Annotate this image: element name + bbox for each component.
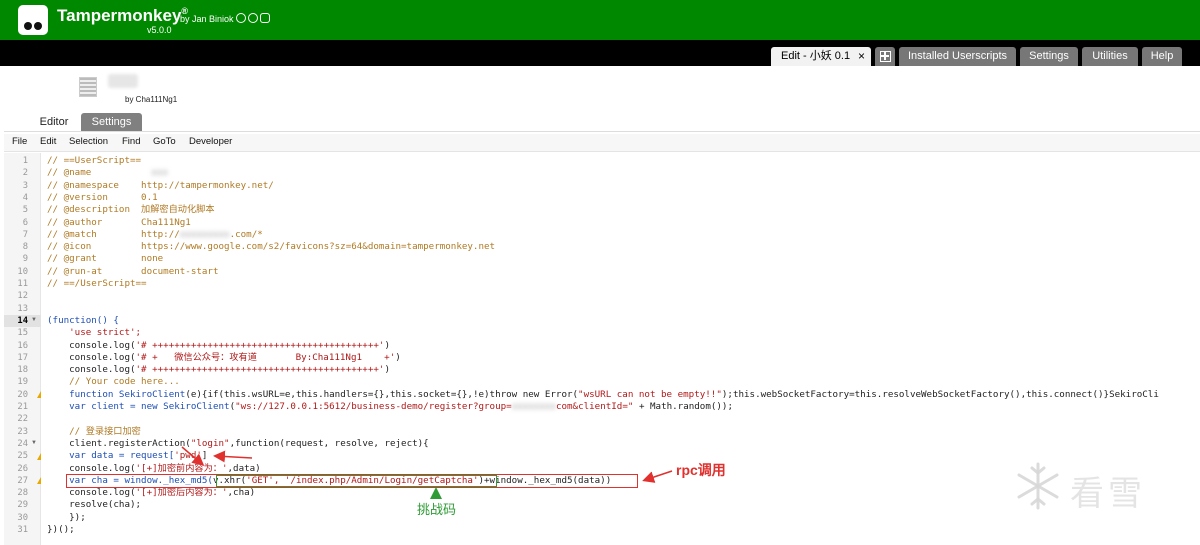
watermark-text: 看雪: [1070, 474, 1146, 514]
annotation-arrow: [642, 470, 673, 483]
rpc-annotation-label: rpc调用: [676, 462, 726, 478]
annotation-arrow: [213, 450, 253, 463]
snowflake-watermark-icon: [1017, 462, 1059, 510]
annotation-arrow: [181, 446, 205, 466]
challenge-annotation-label: 挑战码: [417, 502, 457, 517]
challenge-highlight: [216, 475, 497, 487]
